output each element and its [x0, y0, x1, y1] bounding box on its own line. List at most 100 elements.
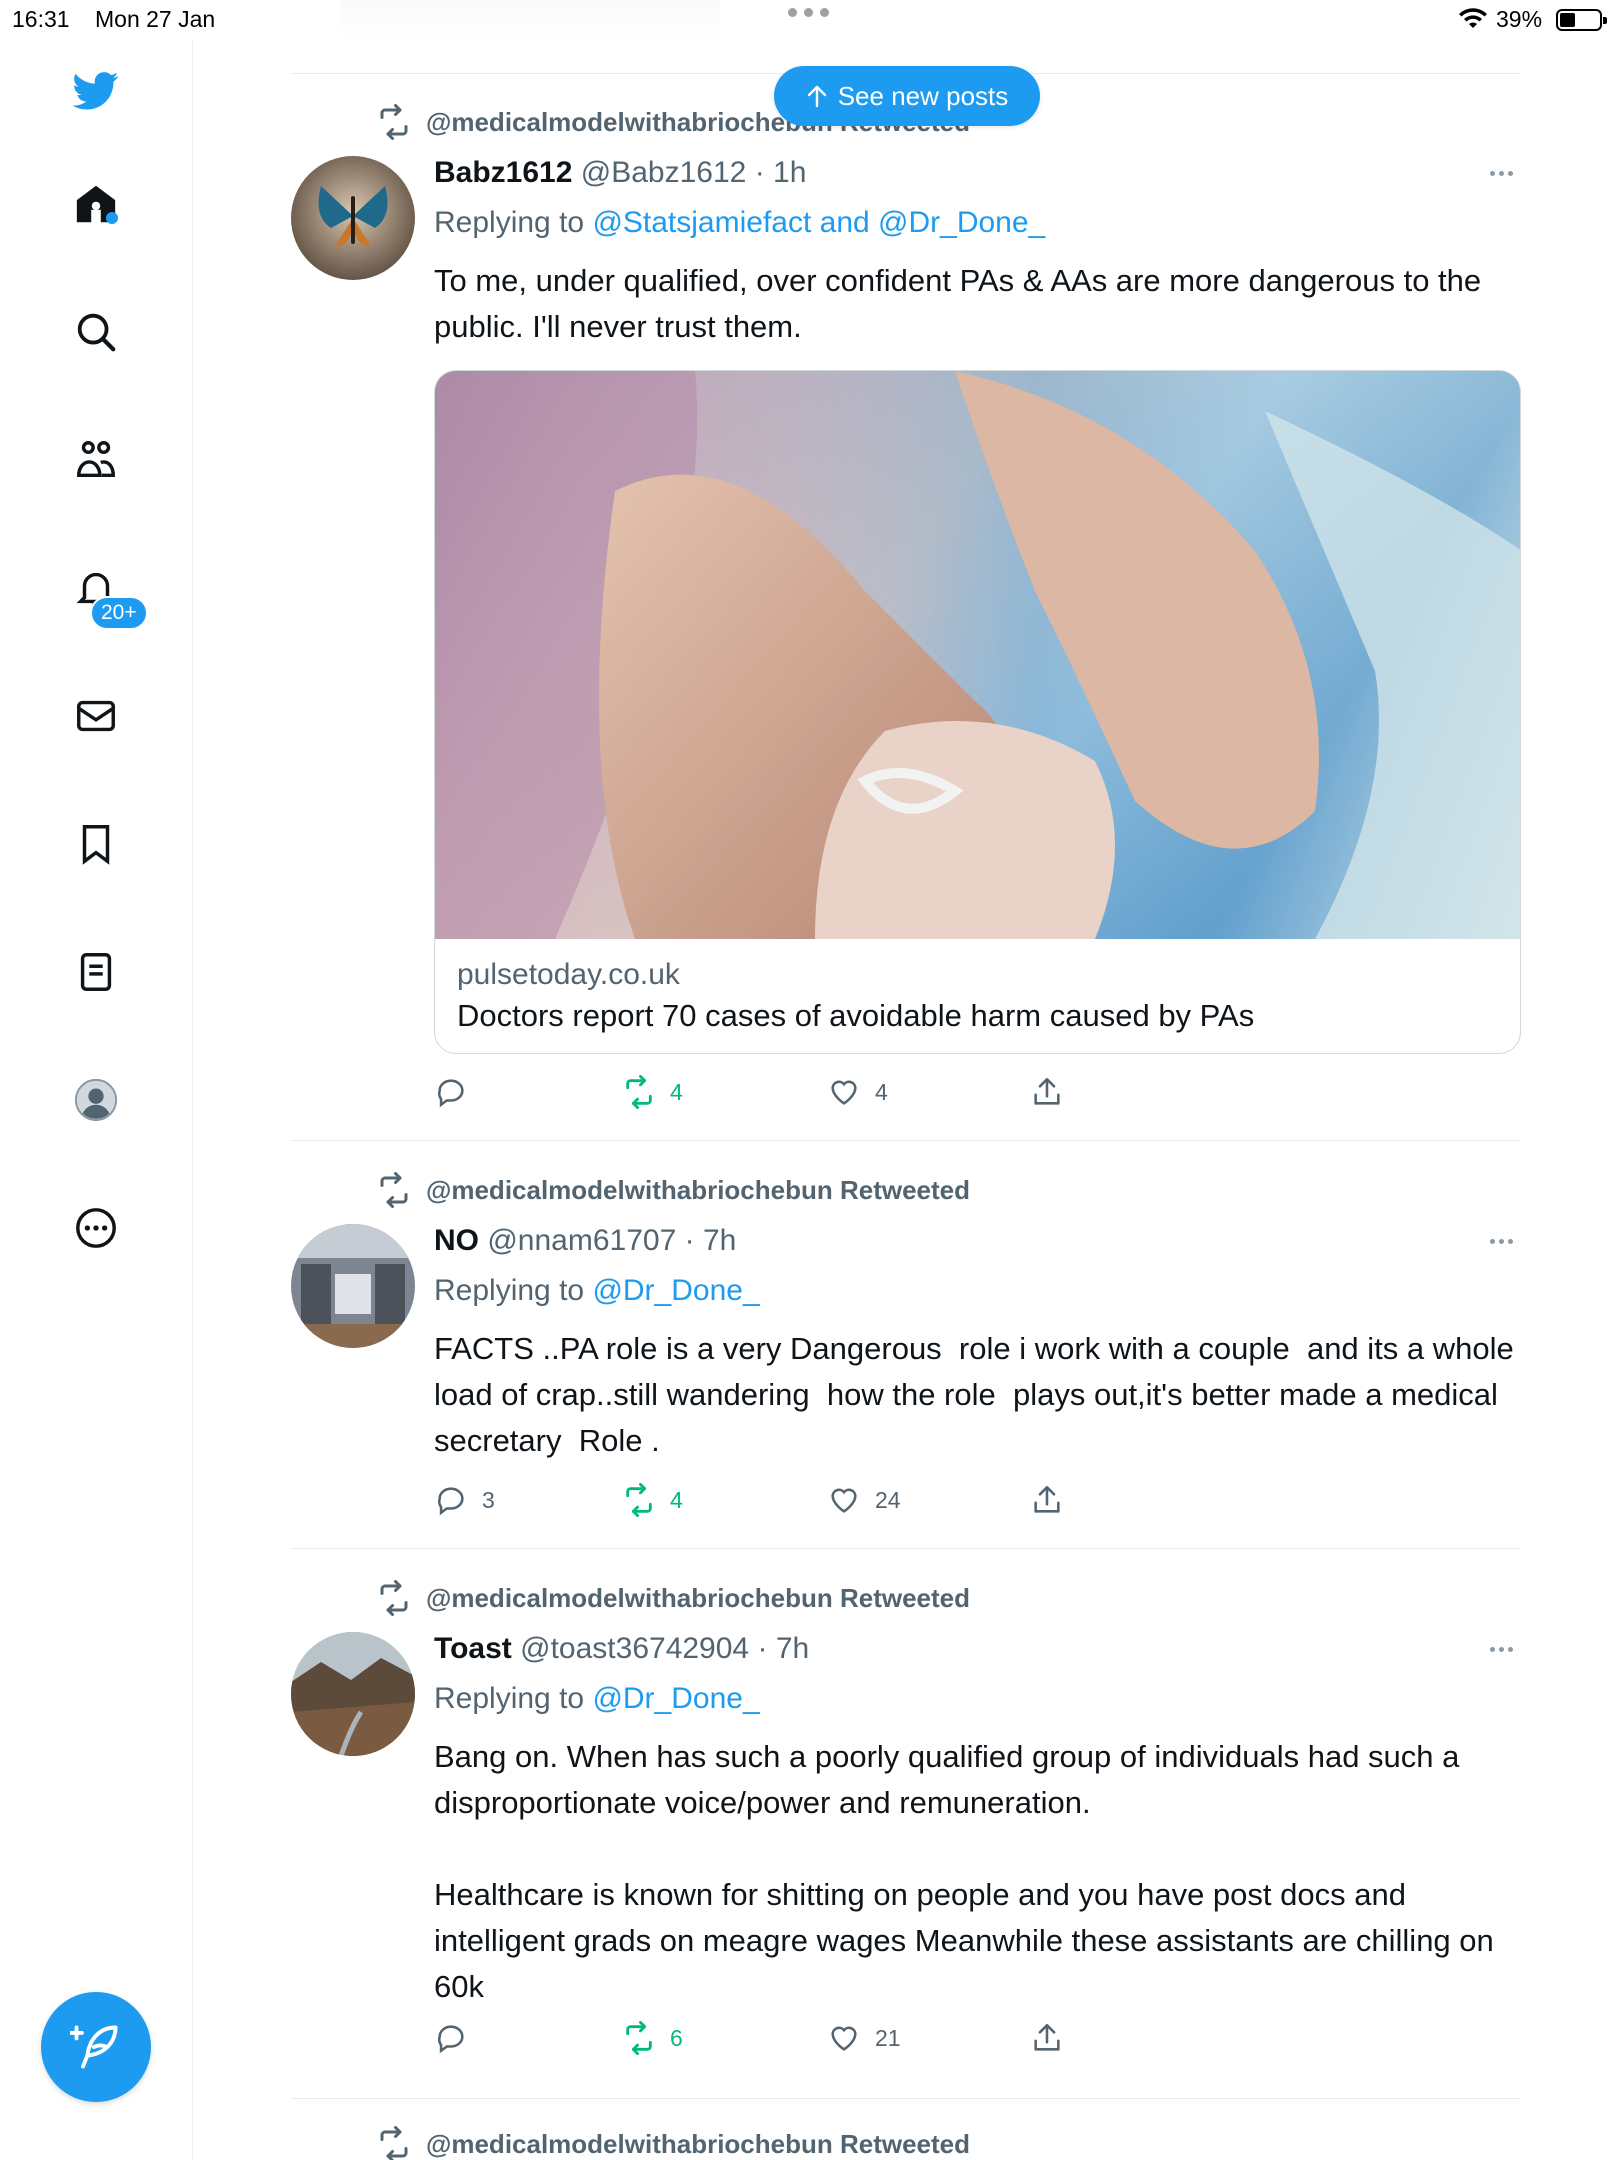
messages-envelope-icon[interactable] [66, 686, 126, 746]
replying-to: Replying to @Dr_Done_ [434, 1274, 760, 1308]
retweet-count: 6 [670, 2024, 683, 2051]
replying-to-prefix: Replying to [434, 206, 585, 239]
multitasking-dots-icon[interactable] [788, 8, 829, 17]
status-date: Mon 27 Jan [95, 6, 216, 32]
wifi-icon [1459, 8, 1487, 28]
link-card[interactable]: pulsetoday.co.uk Doctors report 70 cases… [434, 370, 1521, 1054]
tweet-divider [291, 2098, 1521, 2099]
home-unread-dot [106, 212, 118, 224]
bookmark-icon[interactable] [66, 814, 126, 874]
like-button[interactable]: 24 [827, 1480, 901, 1520]
sidebar: 20+ [0, 40, 193, 2160]
share-icon [1034, 1077, 1060, 1105]
display-name[interactable]: NO [434, 1224, 479, 1257]
profile-avatar-icon[interactable] [66, 1070, 126, 1130]
link-card-domain: pulsetoday.co.uk [457, 958, 680, 991]
retweet-button[interactable]: 6 [622, 2018, 683, 2058]
notifications-badge: 20+ [90, 596, 148, 630]
display-name[interactable]: Babz1612 [434, 156, 572, 189]
reply-button[interactable] [434, 2018, 482, 2058]
avatar[interactable] [291, 1224, 415, 1348]
share-button[interactable] [1030, 1072, 1064, 1112]
dot-separator: · [684, 1224, 695, 1257]
see-new-posts-label: See new posts [837, 80, 1009, 111]
share-icon [1034, 2023, 1060, 2051]
reply-icon [438, 1079, 464, 1108]
replying-to-link[interactable]: @Dr_Done_ [592, 1274, 759, 1307]
retweeted-by-label: @medicalmodelwithabriochebun Retweeted [426, 1582, 971, 1613]
tweet-text: Bang on. When has such a poorly qualifie… [434, 1739, 1494, 2004]
reply-count: 3 [482, 1486, 495, 1513]
tweet-header: NO @nnam61707 · 7h [434, 1224, 736, 1258]
tweet-actions: 4 4 [434, 1072, 1134, 1112]
battery-percent: 39% [1496, 6, 1543, 32]
like-count: 21 [875, 2024, 901, 2051]
tweet-header: Babz1612 @Babz1612 · 1h [434, 156, 806, 190]
status-bar: 16:31 Mon 27 Jan 39% [0, 0, 1620, 40]
avatar[interactable] [291, 156, 415, 280]
arrow-up-icon [807, 85, 826, 108]
more-options-icon[interactable] [1481, 158, 1521, 188]
twitter-bird-icon[interactable] [66, 60, 126, 120]
retweet-button[interactable]: 4 [622, 1072, 683, 1112]
tweet-actions: 6 21 [434, 2018, 1134, 2058]
top-fade [340, 0, 720, 40]
more-options-icon[interactable] [1481, 1634, 1521, 1664]
retweet-icon [626, 2021, 652, 2055]
see-new-posts-button[interactable]: See new posts [774, 66, 1040, 126]
user-handle[interactable]: @nnam61707 [487, 1224, 676, 1257]
like-button[interactable]: 21 [827, 2018, 901, 2058]
replying-to-link[interactable]: @Statsjamiefact and @Dr_Done_ [592, 206, 1045, 239]
like-count: 4 [875, 1078, 888, 1105]
dot-separator: · [754, 156, 765, 189]
tweet-divider [291, 1140, 1521, 1141]
tweet-text: To me, under qualified, over confident P… [434, 263, 1490, 344]
tweet-time[interactable]: 7h [703, 1224, 736, 1257]
home-icon[interactable] [66, 174, 126, 234]
retweet-count: 4 [670, 1078, 683, 1105]
link-card-image [435, 371, 1520, 939]
retweet-icon [380, 1172, 408, 1208]
tweet-text: FACTS ..PA role is a very Dangerous role… [434, 1331, 1531, 1458]
retweeted-by[interactable]: @medicalmodelwithabriochebun Retweeted [376, 1580, 970, 1616]
like-count: 24 [875, 1486, 901, 1513]
tweet-actions: 3 4 24 [434, 1480, 1134, 1520]
more-circle-icon[interactable] [66, 1198, 126, 1258]
tweet-header: Toast @toast36742904 · 7h [434, 1632, 809, 1666]
retweet-icon [380, 2126, 408, 2160]
retweeted-by-label: @medicalmodelwithabriochebun Retweeted [426, 1174, 971, 1205]
user-handle[interactable]: @Babz1612 [581, 156, 747, 189]
battery-icon [1556, 9, 1607, 31]
retweeted-by[interactable]: @medicalmodelwithabriochebun Retweeted [376, 2126, 970, 2160]
tweet-time[interactable]: 7h [776, 1632, 809, 1665]
heart-icon [831, 1488, 857, 1513]
heart-icon [831, 1080, 857, 1105]
like-button[interactable]: 4 [827, 1072, 888, 1112]
retweeted-by[interactable]: @medicalmodelwithabriochebun Retweeted [376, 1172, 970, 1208]
retweet-icon [380, 104, 408, 140]
display-name[interactable]: Toast [434, 1632, 512, 1665]
retweet-icon [380, 1580, 408, 1616]
communities-icon[interactable] [66, 430, 126, 490]
replying-to: Replying to @Statsjamiefact and @Dr_Done… [434, 206, 1045, 240]
reply-button[interactable]: 3 [434, 1480, 495, 1520]
reply-button[interactable] [434, 1072, 482, 1112]
heart-icon [831, 2026, 857, 2051]
search-icon[interactable] [66, 302, 126, 362]
reply-icon [438, 1487, 464, 1516]
more-options-icon[interactable] [1481, 1226, 1521, 1256]
share-icon [1034, 1485, 1060, 1513]
compose-feather-icon [70, 2025, 118, 2069]
replying-to-prefix: Replying to [434, 1274, 585, 1307]
avatar[interactable] [291, 1632, 415, 1756]
compose-button[interactable] [41, 1992, 151, 2102]
lists-icon[interactable] [66, 942, 126, 1002]
tweet-divider [291, 1548, 1521, 1549]
retweet-button[interactable]: 4 [622, 1480, 683, 1520]
share-button[interactable] [1030, 2018, 1064, 2058]
share-button[interactable] [1030, 1480, 1064, 1520]
replying-to-link[interactable]: @Dr_Done_ [592, 1682, 759, 1715]
retweet-icon [626, 1075, 652, 1109]
user-handle[interactable]: @toast36742904 [520, 1632, 749, 1665]
tweet-time[interactable]: 1h [773, 156, 806, 189]
